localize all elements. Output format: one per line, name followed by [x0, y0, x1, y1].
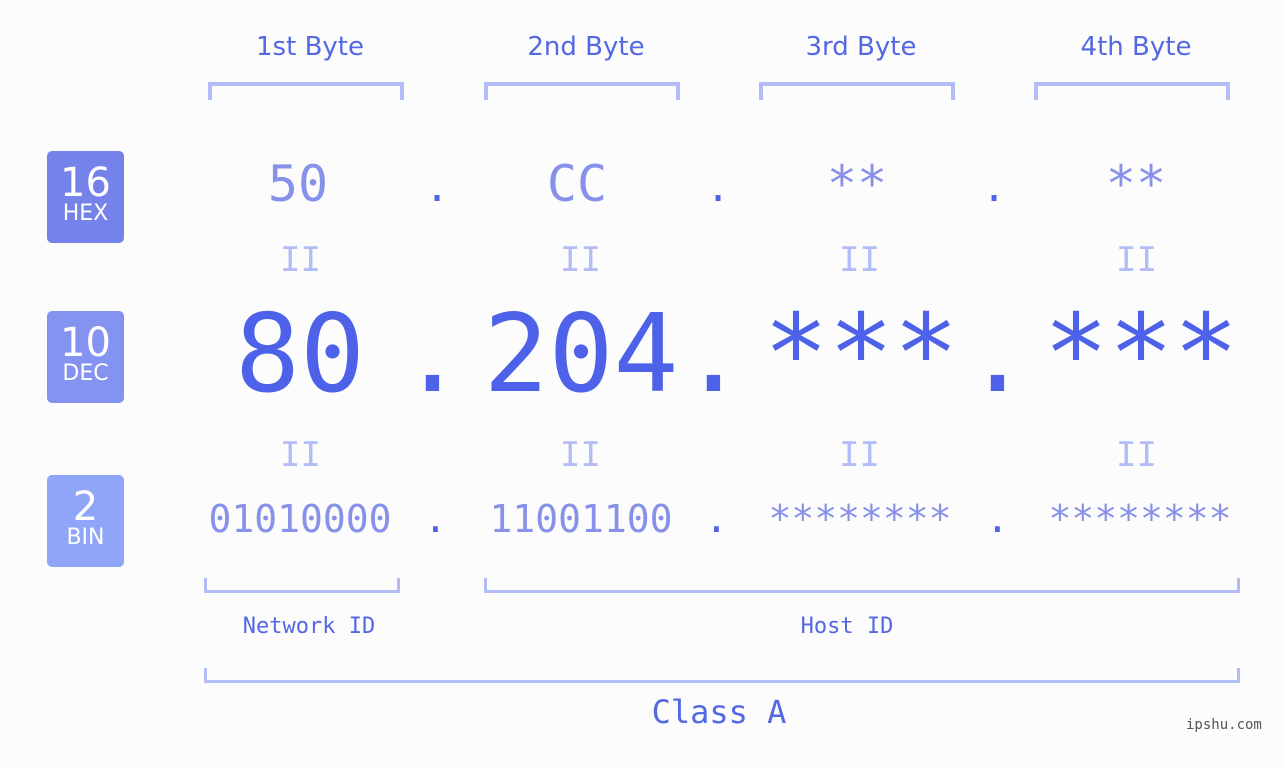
equals-sign: II [1116, 435, 1157, 475]
bin-dot: . [424, 497, 447, 541]
byte-header-1: 1st Byte [256, 32, 364, 62]
network-bracket [204, 578, 400, 593]
equals-sign: II [560, 240, 601, 280]
hex-byte-3: ** [826, 155, 888, 213]
bin-dot: . [705, 497, 728, 541]
hex-dot: . [706, 165, 731, 211]
byte-bracket-1 [208, 82, 404, 100]
byte-bracket-3 [759, 82, 955, 100]
class-bracket [204, 668, 1240, 683]
hex-badge: 16 HEX [47, 151, 124, 243]
bin-byte-3: ******** [768, 497, 952, 541]
bin-byte-4: ******** [1048, 497, 1232, 541]
dec-dot: . [965, 292, 1031, 417]
class-label: Class A [651, 693, 787, 731]
hex-dot: . [425, 165, 450, 211]
hex-byte-4: ** [1105, 155, 1167, 213]
bin-byte-1: 01010000 [208, 497, 392, 541]
dec-dot: . [400, 292, 466, 417]
byte-header-2: 2nd Byte [527, 32, 645, 62]
network-id-label: Network ID [242, 614, 376, 639]
hex-base: 16 [60, 160, 111, 206]
dec-label: DEC [62, 361, 109, 386]
equals-sign: II [560, 435, 601, 475]
equals-sign: II [839, 240, 880, 280]
bin-dot: . [986, 497, 1009, 541]
byte-header-4: 4th Byte [1080, 32, 1192, 62]
dec-base: 10 [60, 320, 111, 366]
dec-byte-3: *** [763, 292, 959, 417]
equals-sign: II [1116, 240, 1157, 280]
hex-byte-1: 50 [267, 155, 329, 213]
bin-base: 2 [72, 484, 99, 530]
host-id-label: Host ID [800, 614, 894, 639]
dec-byte-2: 204 [483, 292, 679, 417]
byte-header-3: 3rd Byte [805, 32, 917, 62]
dec-badge: 10 DEC [47, 311, 124, 403]
watermark: ipshu.com [1186, 717, 1262, 733]
equals-sign: II [280, 435, 321, 475]
dec-byte-1: 80 [234, 292, 366, 417]
hex-dot: . [982, 165, 1007, 211]
bin-label: BIN [66, 525, 105, 550]
dec-dot: . [681, 292, 747, 417]
byte-bracket-2 [484, 82, 680, 100]
hex-byte-2: CC [546, 155, 608, 213]
byte-bracket-4 [1034, 82, 1230, 100]
equals-sign: II [280, 240, 321, 280]
equals-sign: II [839, 435, 880, 475]
host-bracket [484, 578, 1240, 593]
bin-byte-2: 11001100 [489, 497, 673, 541]
bin-badge: 2 BIN [47, 475, 124, 567]
hex-label: HEX [62, 201, 109, 226]
dec-byte-4: *** [1043, 292, 1239, 417]
